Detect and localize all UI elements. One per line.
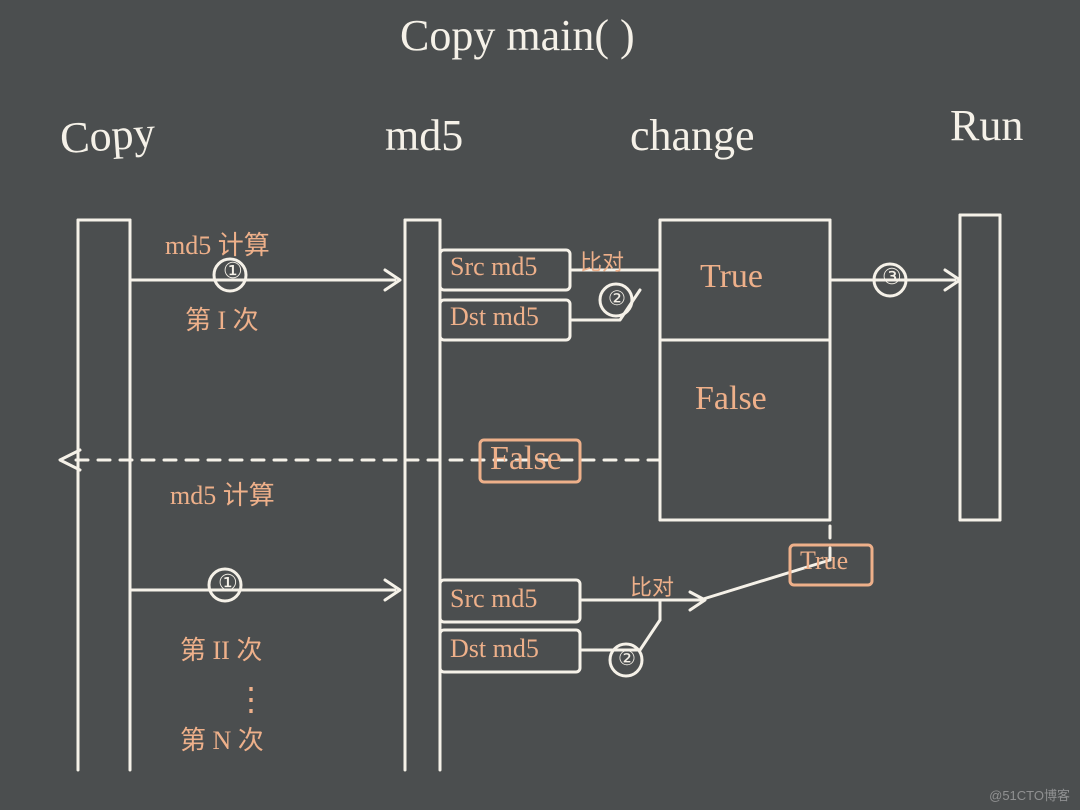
- step-1: ①: [223, 258, 243, 284]
- compare-2: 比对: [630, 570, 674, 602]
- src-md5-1: Src md5: [450, 252, 537, 282]
- step-2b: ②: [618, 646, 636, 671]
- true-label: True: [700, 258, 763, 296]
- nth-time: 第 N 次: [180, 720, 264, 757]
- false-label: False: [695, 380, 767, 418]
- title: Copy main( ): [400, 10, 635, 61]
- lane-change: change: [630, 110, 755, 161]
- lane-run: Run: [950, 100, 1023, 151]
- diagram-strokes: [0, 0, 1080, 810]
- second-time: 第 II 次: [180, 630, 262, 667]
- lane-copy: Copy: [58, 107, 157, 165]
- true-2: True: [800, 546, 848, 576]
- dst-md5-2: Dst md5: [450, 634, 539, 664]
- step-3: ③: [882, 264, 902, 290]
- dots: ⋮: [235, 680, 267, 718]
- md5-calc-2: md5 计算: [170, 475, 275, 512]
- false-mid: False: [490, 440, 562, 478]
- lane-md5: md5: [385, 110, 463, 161]
- md5-calc-1: md5 计算: [165, 225, 270, 262]
- src-md5-2: Src md5: [450, 584, 537, 614]
- watermark: @51CTO博客: [989, 785, 1070, 804]
- compare-1: 比对: [580, 245, 624, 277]
- step-2a: ②: [608, 286, 626, 311]
- step-1b: ①: [218, 570, 238, 596]
- dst-md5-1: Dst md5: [450, 302, 539, 332]
- first-time: 第 I 次: [185, 300, 259, 337]
